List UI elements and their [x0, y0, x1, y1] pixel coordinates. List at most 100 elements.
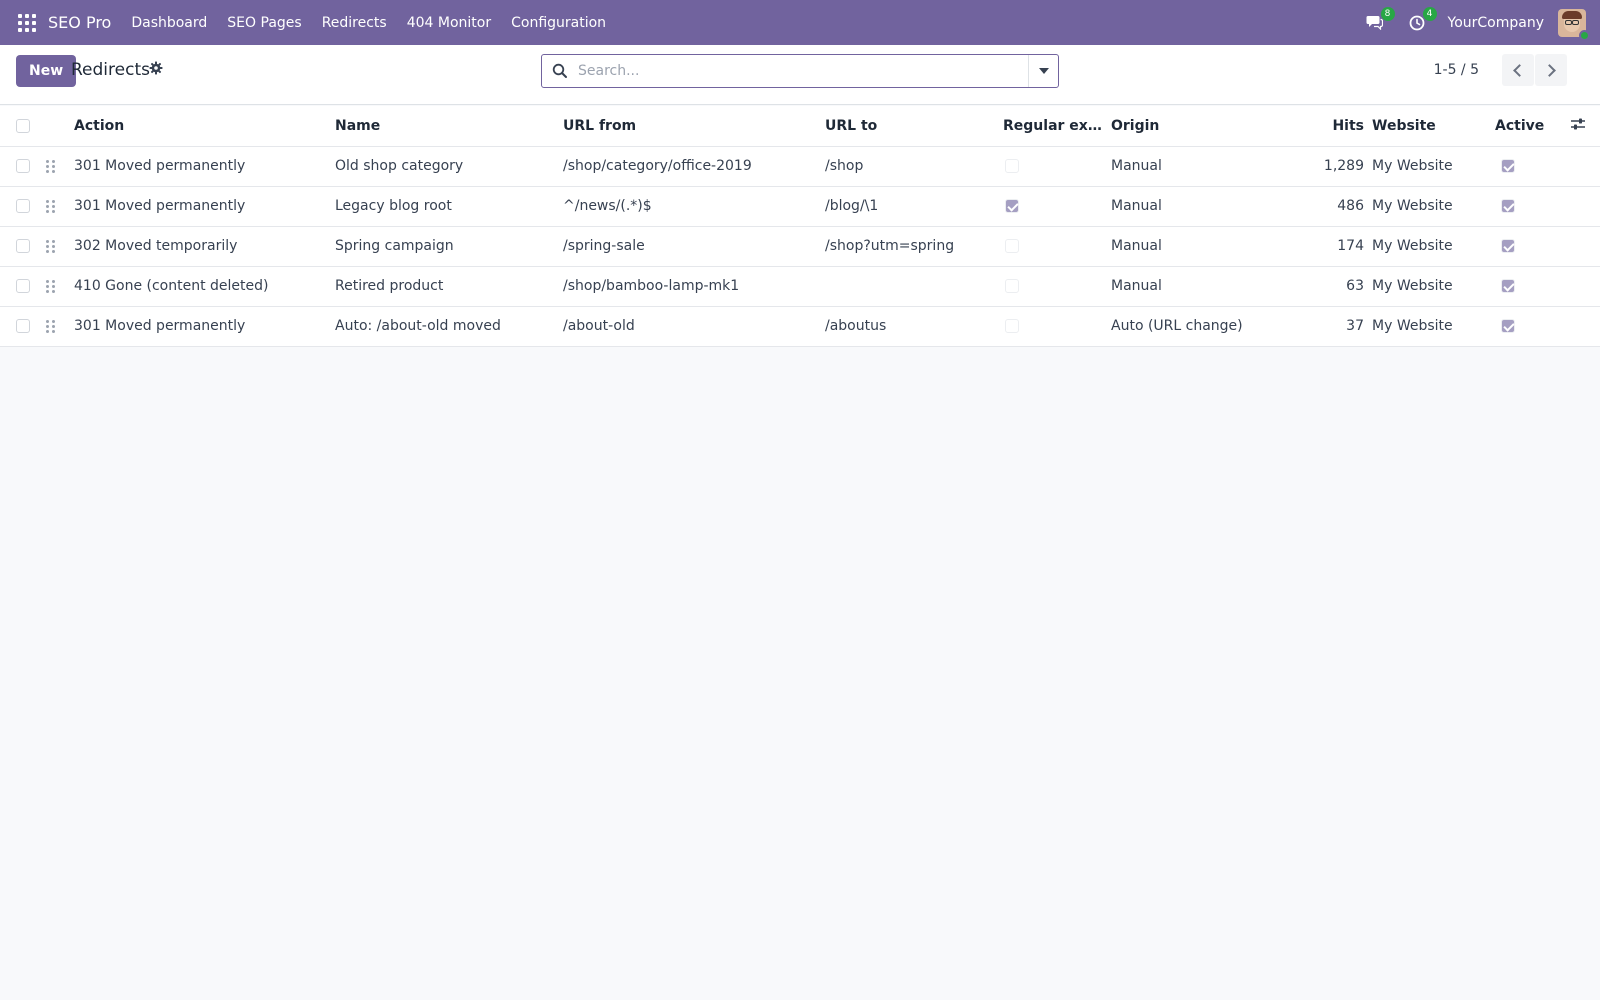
cell-origin: Manual [1111, 186, 1308, 227]
row-select-checkbox[interactable] [16, 279, 30, 293]
gear-icon[interactable] [149, 61, 163, 79]
active-checkbox [1501, 319, 1515, 333]
menu-seo-pages[interactable]: SEO Pages [227, 15, 301, 31]
cell-action: 410 Gone (content deleted) [74, 266, 335, 307]
column-header-origin[interactable]: Origin [1111, 106, 1308, 147]
row-select-checkbox[interactable] [16, 239, 30, 253]
cell-url-from: /about-old [563, 306, 825, 347]
table-row[interactable]: 410 Gone (content deleted) Retired produ… [0, 266, 1600, 307]
search-input[interactable] [578, 61, 1008, 81]
menu-redirects[interactable]: Redirects [322, 15, 387, 31]
row-select-checkbox[interactable] [16, 319, 30, 333]
activities-badge: 4 [1422, 6, 1437, 21]
column-header-url-from[interactable]: URL from [563, 106, 825, 147]
cell-website: My Website [1372, 226, 1495, 267]
cell-hits: 486 [1308, 186, 1372, 227]
cell-action: 301 Moved permanently [74, 306, 335, 347]
search-bar [541, 54, 1059, 88]
column-settings-icon[interactable] [1570, 117, 1586, 135]
cell-action: 302 Moved temporarily [74, 226, 335, 267]
page-title: Redirects [71, 60, 150, 80]
cell-website: My Website [1372, 306, 1495, 347]
cell-action: 301 Moved permanently [74, 186, 335, 227]
cell-url-from: ^/news/(.*)$ [563, 186, 825, 227]
new-button[interactable]: New [16, 55, 77, 87]
cell-url-from: /shop/bamboo-lamp-mk1 [563, 266, 825, 307]
column-header-name[interactable]: Name [335, 106, 563, 147]
column-header-active[interactable]: Active [1495, 106, 1570, 147]
row-select-checkbox[interactable] [16, 199, 30, 213]
cell-name: Old shop category [335, 146, 563, 187]
table-row[interactable]: 301 Moved permanently Old shop category … [0, 146, 1600, 187]
cell-hits: 37 [1308, 306, 1372, 347]
messages-badge: 8 [1380, 6, 1395, 21]
cell-url-to: /shop [825, 146, 1003, 187]
cell-origin: Manual [1111, 266, 1308, 307]
select-all-checkbox[interactable] [16, 118, 30, 133]
cell-url-to [825, 266, 1003, 307]
chat-icon[interactable]: 8 [1364, 6, 1395, 34]
active-checkbox [1501, 199, 1515, 213]
column-header-action[interactable]: Action [74, 106, 335, 147]
cell-name: Retired product [335, 266, 563, 307]
control-panel: New Redirects 1-5 / 5 [0, 45, 1600, 105]
cell-hits: 63 [1308, 266, 1372, 307]
drag-handle-icon[interactable] [46, 159, 55, 173]
cell-url-to: /blog/\1 [825, 186, 1003, 227]
column-header-hits[interactable]: Hits [1308, 106, 1372, 147]
column-header-url-to[interactable]: URL to [825, 106, 1003, 147]
cell-url-to: /shop?utm=spring [825, 226, 1003, 267]
active-checkbox [1501, 159, 1515, 173]
cell-action: 301 Moved permanently [74, 146, 335, 187]
navbar-systray: 8 4 YourCompany [1364, 0, 1590, 45]
caret-down-icon [1038, 68, 1049, 74]
pager-value[interactable]: 1-5 / 5 [1434, 62, 1479, 78]
cell-hits: 174 [1308, 226, 1372, 267]
cell-origin: Manual [1111, 226, 1308, 267]
cell-url-to: /aboutus [825, 306, 1003, 347]
active-checkbox [1501, 279, 1515, 293]
table-row[interactable]: 302 Moved temporarily Spring campaign /s… [0, 226, 1600, 267]
apps-grid-icon[interactable] [18, 13, 36, 32]
regex-checkbox [1005, 199, 1019, 213]
table-header-row: Action Name URL from URL to Regular expr… [0, 106, 1600, 147]
regex-checkbox [1005, 279, 1019, 293]
table-row[interactable]: 301 Moved permanently Legacy blog root ^… [0, 186, 1600, 227]
online-status-dot [1579, 29, 1590, 41]
company-switcher[interactable]: YourCompany [1448, 15, 1545, 31]
drag-handle-icon[interactable] [46, 239, 55, 253]
pager-next-button[interactable] [1535, 54, 1567, 86]
cell-origin: Auto (URL change) [1111, 306, 1308, 347]
column-header-website[interactable]: Website [1372, 106, 1495, 147]
menu-404-monitor[interactable]: 404 Monitor [407, 15, 491, 31]
cell-url-from: /spring-sale [563, 226, 825, 267]
table-row[interactable]: 301 Moved permanently Auto: /about-old m… [0, 306, 1600, 347]
pager-previous-button[interactable] [1502, 54, 1534, 86]
menu-configuration[interactable]: Configuration [511, 15, 606, 31]
active-checkbox [1501, 239, 1515, 253]
cell-name: Auto: /about-old moved [335, 306, 563, 347]
redirects-table: Action Name URL from URL to Regular expr… [0, 106, 1600, 347]
user-avatar[interactable] [1558, 8, 1590, 41]
cell-hits: 1,289 [1308, 146, 1372, 187]
drag-handle-icon[interactable] [46, 279, 55, 293]
activity-clock-icon[interactable]: 4 [1406, 6, 1437, 34]
cell-name: Spring campaign [335, 226, 563, 267]
regex-checkbox [1005, 159, 1019, 173]
chevron-right-icon [1543, 63, 1556, 77]
search-options-toggle[interactable] [1028, 55, 1058, 87]
column-header-regex[interactable]: Regular expr… [1003, 106, 1111, 147]
cell-origin: Manual [1111, 146, 1308, 187]
menu-dashboard[interactable]: Dashboard [131, 15, 207, 31]
cell-website: My Website [1372, 266, 1495, 307]
app-brand[interactable]: SEO Pro [48, 13, 111, 32]
redirects-list: Action Name URL from URL to Regular expr… [0, 106, 1600, 347]
search-icon [552, 63, 568, 79]
chevron-left-icon [1513, 63, 1526, 77]
drag-handle-icon[interactable] [46, 199, 55, 213]
cell-website: My Website [1372, 146, 1495, 187]
drag-handle-icon[interactable] [46, 319, 55, 333]
row-select-checkbox[interactable] [16, 159, 30, 173]
cell-website: My Website [1372, 186, 1495, 227]
cell-name: Legacy blog root [335, 186, 563, 227]
